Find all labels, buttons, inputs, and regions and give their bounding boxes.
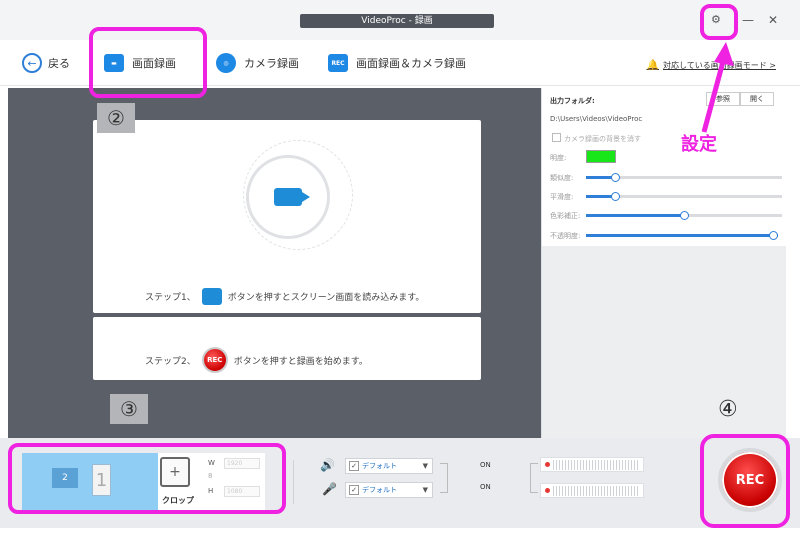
- step2-prefix: ステップ2、: [145, 356, 196, 367]
- minimize-button[interactable]: —: [742, 13, 754, 27]
- speaker-level-meter: [540, 457, 644, 472]
- video-camera-icon: [274, 188, 310, 206]
- bracket-left: [440, 463, 448, 493]
- camera-bg-checkbox[interactable]: [552, 133, 561, 142]
- settings-empty-area: [542, 246, 786, 438]
- similarity-label: 類似度:: [550, 174, 574, 182]
- marker-3: ③: [110, 394, 148, 424]
- step2-card: ステップ2、 REC ボタンを押すと録画を始めます。: [93, 317, 481, 380]
- settings-panel: 出力フォルダ: 参照 開く D:\Users\Videos\VideoProc …: [541, 88, 786, 438]
- close-button[interactable]: ✕: [768, 13, 778, 27]
- smoothness-slider[interactable]: [586, 192, 782, 201]
- pointer-arrow-icon: [701, 42, 734, 133]
- step1-instruction: ステップ1、 ボタンを押すとスクリーン画面を読み込みます。: [145, 288, 424, 305]
- bracket-right: [530, 463, 538, 493]
- output-folder-label: 出力フォルダ:: [550, 97, 595, 105]
- tab-screen-and-camera[interactable]: REC 画面録画＆カメラ録画: [328, 52, 466, 74]
- microphone-on-label: ON: [480, 483, 491, 491]
- microphone-device-label: デフォルト: [362, 486, 397, 494]
- highlight-settings: [700, 4, 738, 40]
- marker-2: ②: [97, 103, 135, 133]
- chevron-down-icon: ▼: [422, 486, 428, 494]
- step1-prefix: ステップ1、: [145, 293, 196, 303]
- highlight-rec-button: [700, 434, 790, 528]
- rec-small-icon: REC: [201, 347, 228, 373]
- smoothness-label: 平滑度:: [550, 193, 574, 201]
- speaker-on-label: ON: [480, 461, 491, 469]
- level-dot: [545, 488, 550, 493]
- marker-4: ④: [718, 397, 738, 422]
- speaker-checkbox[interactable]: ✓: [349, 461, 359, 471]
- microphone-icon[interactable]: 🎤: [322, 482, 337, 496]
- microphone-level-meter: [540, 483, 644, 498]
- speaker-device-dropdown[interactable]: ✓ デフォルト ▼: [345, 458, 433, 474]
- opacity-slider[interactable]: [586, 231, 778, 240]
- tab-screen-and-camera-label: 画面録画＆カメラ録画: [356, 57, 466, 70]
- videoproc-recorder-window: VideoProc - 録画 ⚙ — ✕ ← 戻る ▬ 画面録画 ◎ カメラ録画…: [0, 0, 800, 537]
- highlight-monitor-crop: [8, 443, 286, 514]
- tab-camera-record[interactable]: ◎ カメラ録画: [216, 52, 299, 74]
- color-correction-label: 色彩補正:: [550, 212, 581, 220]
- step2-text: ボタンを押すと録画を始めます。: [233, 356, 368, 367]
- window-title: VideoProc - 録画: [300, 14, 494, 28]
- level-dot: [545, 462, 550, 467]
- microphone-checkbox[interactable]: ✓: [349, 485, 359, 495]
- similarity-slider[interactable]: [586, 173, 782, 182]
- tab-camera-record-label: カメラ録画: [244, 57, 299, 70]
- back-button[interactable]: ← 戻る: [22, 52, 70, 74]
- settings-annotation-label: 設定: [681, 134, 717, 155]
- opacity-label: 不透明度:: [550, 232, 581, 240]
- chevron-down-icon: ▼: [422, 462, 428, 470]
- color-correction-slider[interactable]: [586, 211, 782, 220]
- speaker-icon[interactable]: 🔊: [320, 458, 335, 472]
- divider: [293, 460, 294, 504]
- video-camera-small-icon: [201, 288, 222, 305]
- brightness-label: 明度:: [550, 154, 567, 162]
- camera-icon: ◎: [216, 53, 236, 73]
- rec-icon: REC: [328, 54, 348, 72]
- speaker-device-label: デフォルト: [362, 462, 397, 470]
- highlight-screen-record-tab: [89, 27, 207, 98]
- bell-icon: 🔔: [646, 60, 659, 71]
- step2-instruction: ステップ2、 REC ボタンを押すと録画を始めます。: [145, 347, 368, 373]
- brightness-color-swatch[interactable]: [586, 150, 616, 163]
- back-label: 戻る: [48, 57, 70, 70]
- step1-card: ステップ1、 ボタンを押すとスクリーン画面を読み込みます。: [93, 120, 481, 313]
- output-folder-path: D:\Users\Videos\VideoProc: [550, 115, 643, 123]
- back-arrow-icon: ←: [22, 53, 42, 73]
- camera-bg-label: カメラ録画の背景を消す: [564, 135, 641, 143]
- load-screen-button[interactable]: [246, 155, 330, 239]
- step1-text: ボタンを押すとスクリーン画面を読み込みます。: [227, 293, 425, 303]
- microphone-device-dropdown[interactable]: ✓ デフォルト ▼: [345, 482, 433, 498]
